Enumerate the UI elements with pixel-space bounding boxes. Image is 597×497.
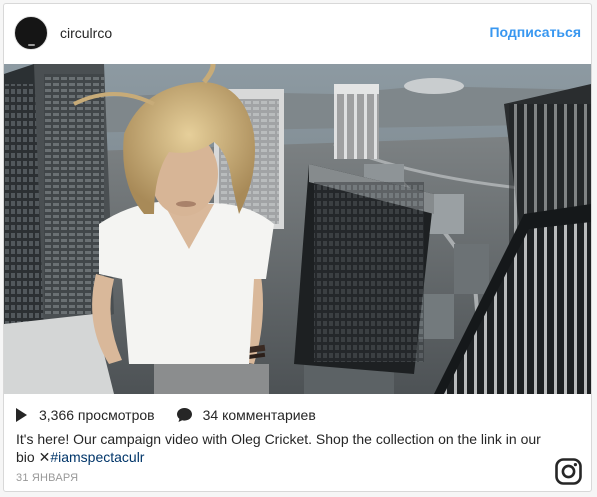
caption-x-mark: ✕ — [38, 449, 51, 465]
post-header: circulrco Подписаться — [4, 4, 591, 64]
video-player[interactable] — [4, 64, 591, 394]
comments-label: 34 комментариев — [202, 407, 316, 423]
instagram-logo-icon[interactable] — [555, 458, 582, 485]
avatar[interactable] — [14, 16, 48, 50]
video-frame — [4, 64, 591, 394]
post-stats: 3,366 просмотров 34 комментариев — [16, 405, 316, 425]
follow-button[interactable]: Подписаться — [489, 24, 581, 40]
views-count: 3,366 просмотров — [16, 407, 155, 423]
post-date: 31 ЯНВАРЯ — [16, 472, 79, 484]
caption-hashtag-link[interactable]: #iamspectaculr — [50, 449, 144, 465]
play-icon — [16, 408, 27, 422]
post-caption: It's here! Our campaign video with Oleg … — [16, 430, 551, 466]
username-link[interactable]: circulrco — [60, 25, 112, 41]
instagram-embed-card: circulrco Подписаться 3,366 просмотров 3… — [3, 3, 592, 492]
comments-count[interactable]: 34 комментариев — [155, 407, 316, 423]
views-label: 3,366 просмотров — [39, 407, 155, 423]
comment-bubble-icon — [176, 408, 192, 422]
avatar-logo-mark — [28, 44, 35, 46]
